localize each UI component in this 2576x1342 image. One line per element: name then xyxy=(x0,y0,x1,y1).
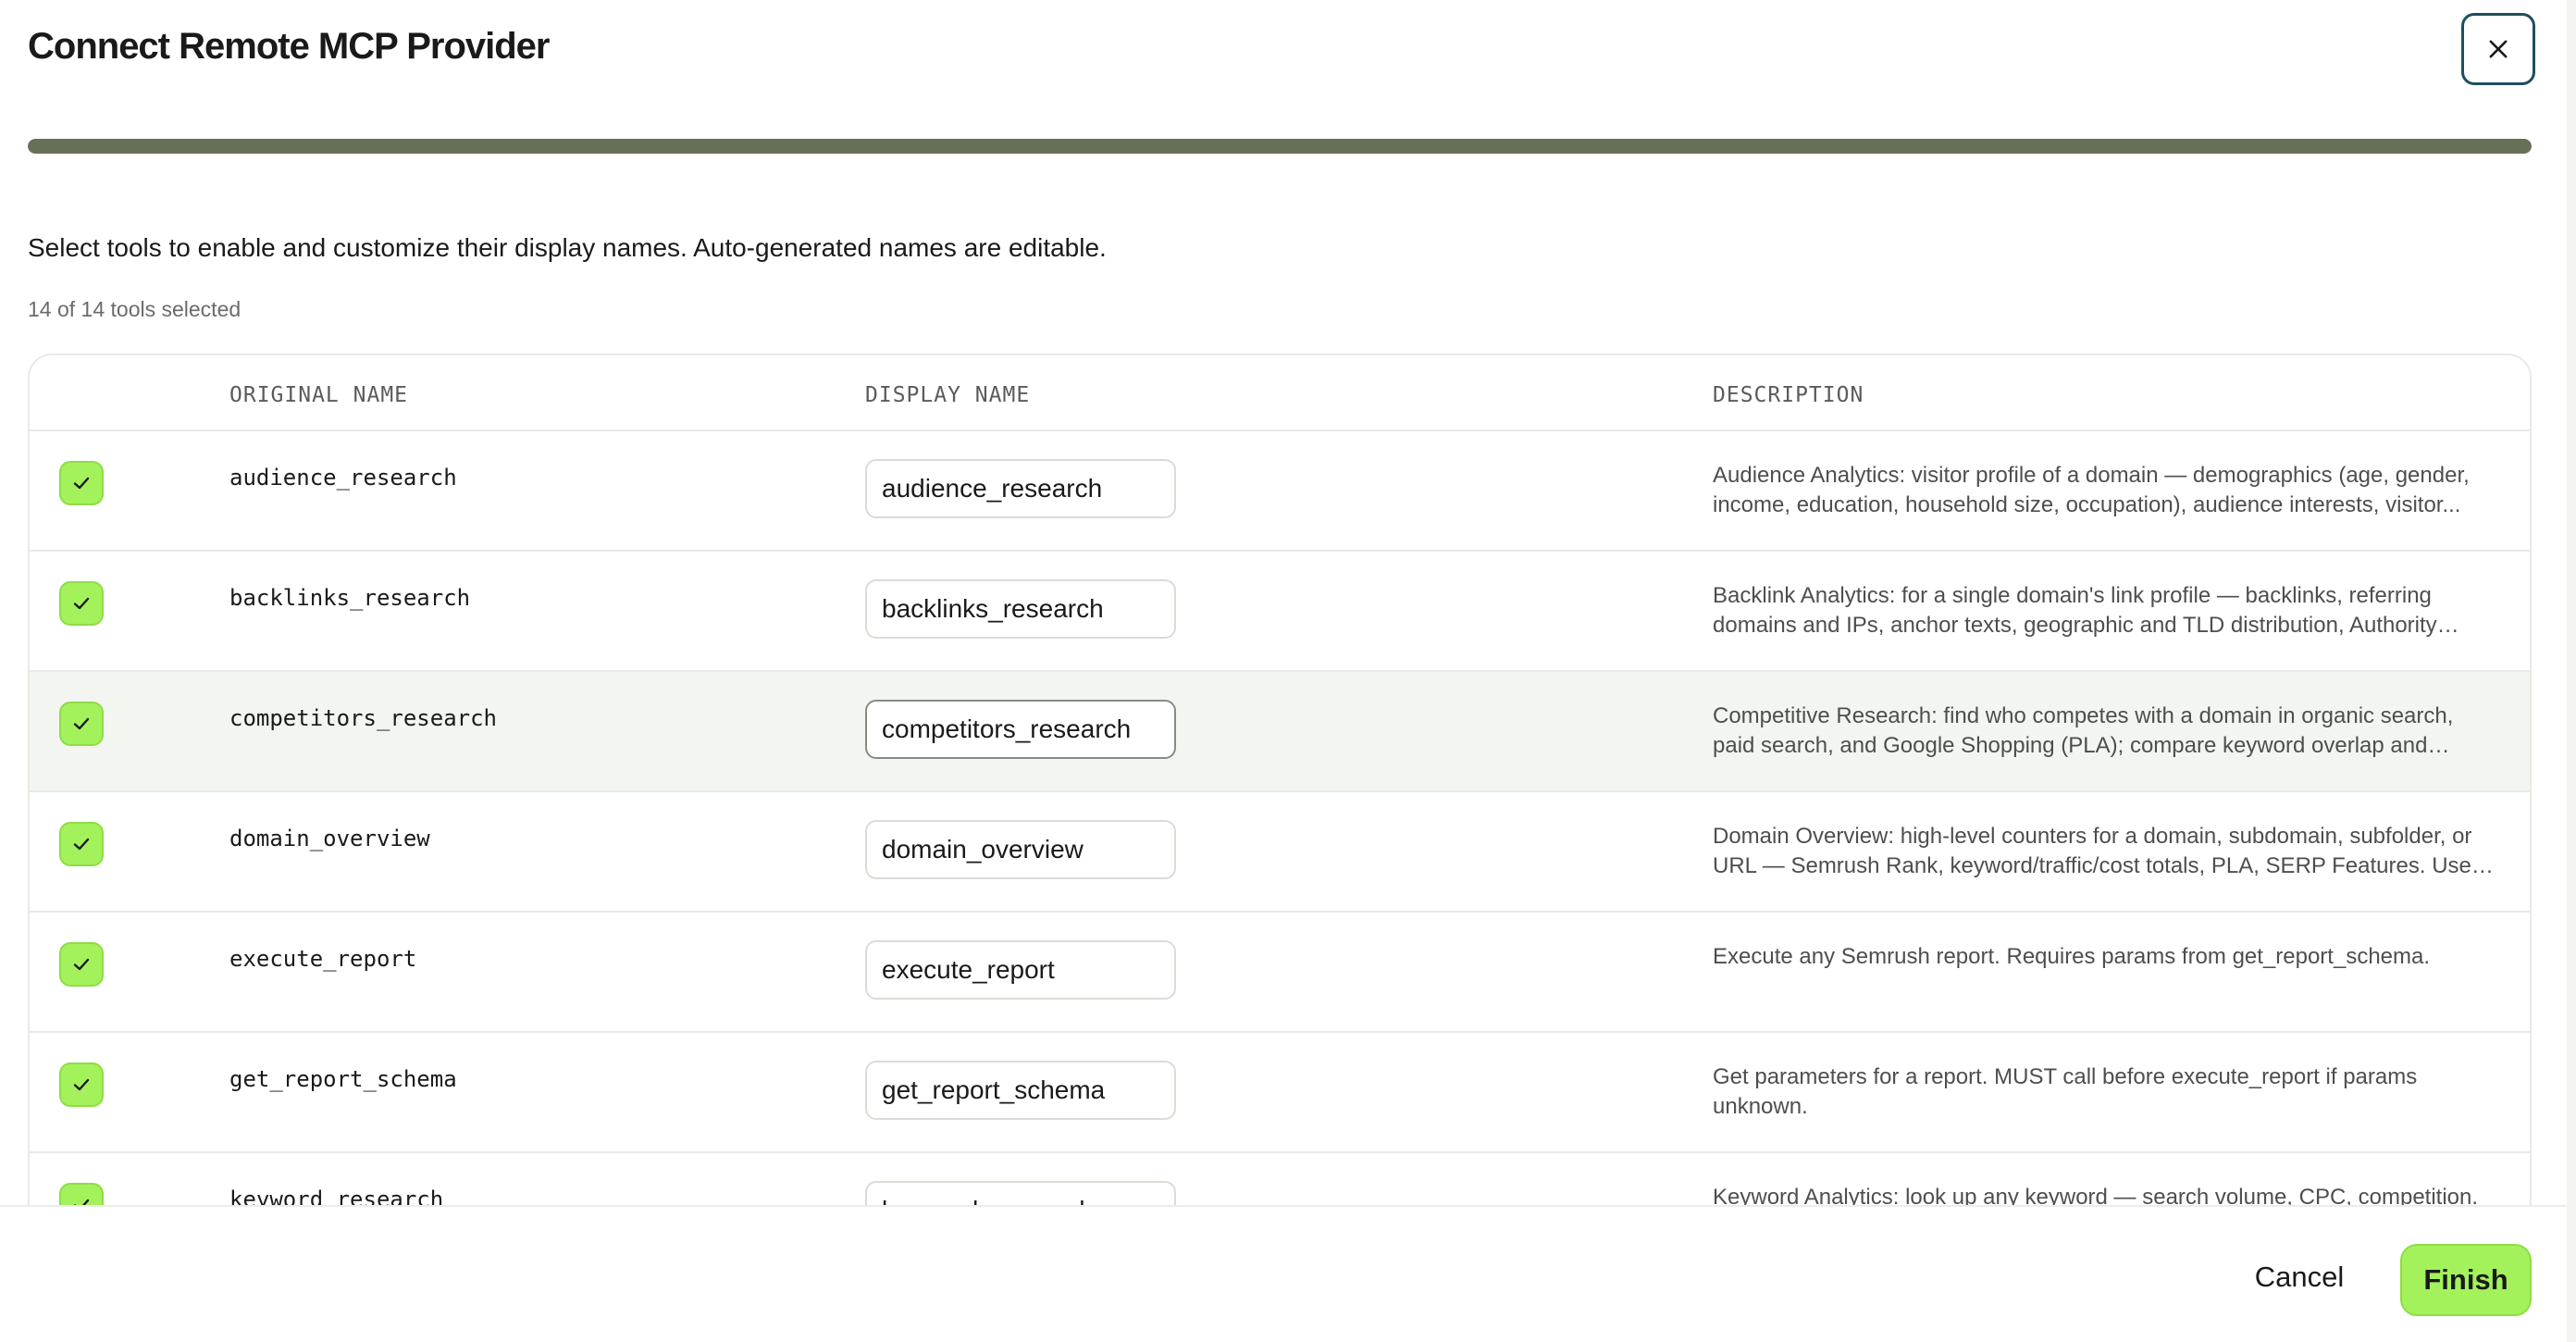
checkmark-icon xyxy=(73,477,90,490)
tool-description: Execute any Semrush report. Requires par… xyxy=(1713,944,2431,969)
close-button[interactable] xyxy=(2461,13,2535,85)
tool-checkbox[interactable] xyxy=(59,702,104,746)
tool-description: Backlink Analytics: for a single domain'… xyxy=(1713,583,2437,638)
display-name-input[interactable] xyxy=(865,820,1176,879)
header-original-name: ORIGINAL NAME xyxy=(229,383,409,407)
tool-description: Get parameters for a report. MUST call b… xyxy=(1713,1064,2418,1119)
dialog-title: Connect Remote MCP Provider xyxy=(28,26,550,67)
tool-description: Domain Overview: high-level counters for… xyxy=(1713,824,2496,878)
display-name-input[interactable] xyxy=(865,700,1176,759)
header-display-name: DISPLAY NAME xyxy=(865,383,1031,407)
selected-count: 14 of 14 tools selected xyxy=(28,297,242,321)
instructions-text: Select tools to enable and customize the… xyxy=(28,233,1107,262)
original-name: competitors_research xyxy=(229,705,497,731)
tool-checkbox[interactable] xyxy=(59,461,104,505)
table-row: execute_report Execute any Semrush repor… xyxy=(30,913,2530,1033)
table-row: domain_overview Domain Overview: high-le… xyxy=(30,792,2530,913)
table-row: audience_research Audience Analytics: vi… xyxy=(30,431,2530,552)
checkmark-icon xyxy=(73,958,90,971)
cancel-button[interactable]: Cancel xyxy=(2221,1246,2378,1309)
tool-description: Competitive Research: find who competes … xyxy=(1713,703,2454,758)
progress-fill xyxy=(28,139,2532,154)
display-name-input[interactable] xyxy=(865,459,1176,518)
finish-button[interactable]: Finish xyxy=(2400,1244,2532,1316)
display-name-input[interactable] xyxy=(865,1061,1176,1120)
original-name: domain_overview xyxy=(229,826,430,851)
display-name-input[interactable] xyxy=(865,940,1176,1000)
close-icon xyxy=(2489,40,2508,58)
header-description: DESCRIPTION xyxy=(1713,383,1864,407)
tool-description: Audience Analytics: visitor profile of a… xyxy=(1713,463,2470,517)
checkmark-icon xyxy=(73,717,90,730)
original-name: audience_research xyxy=(229,465,457,491)
checkmark-icon xyxy=(73,838,90,851)
table-row: get_report_schema Get parameters for a r… xyxy=(30,1033,2530,1153)
checkmark-icon xyxy=(73,597,90,610)
table-row: backlinks_research Backlink Analytics: f… xyxy=(30,552,2530,672)
tool-checkbox[interactable] xyxy=(59,822,104,866)
original-name: get_report_schema xyxy=(229,1066,457,1092)
tools-table: ORIGINAL NAME DISPLAY NAME DESCRIPTION a… xyxy=(28,354,2532,1342)
original-name: execute_report xyxy=(229,946,417,972)
dialog-footer: Cancel Finish xyxy=(0,1205,2576,1342)
checkmark-icon xyxy=(73,1078,90,1091)
scrollbar-track[interactable] xyxy=(2567,0,2576,1342)
tool-checkbox[interactable] xyxy=(59,581,104,626)
progress-bar xyxy=(28,139,2532,154)
original-name: backlinks_research xyxy=(229,585,471,611)
tool-checkbox[interactable] xyxy=(59,942,104,987)
tool-checkbox[interactable] xyxy=(59,1062,104,1107)
display-name-input[interactable] xyxy=(865,579,1176,639)
table-header: ORIGINAL NAME DISPLAY NAME DESCRIPTION xyxy=(30,355,2530,431)
table-row: competitors_research Competitive Researc… xyxy=(30,672,2530,792)
